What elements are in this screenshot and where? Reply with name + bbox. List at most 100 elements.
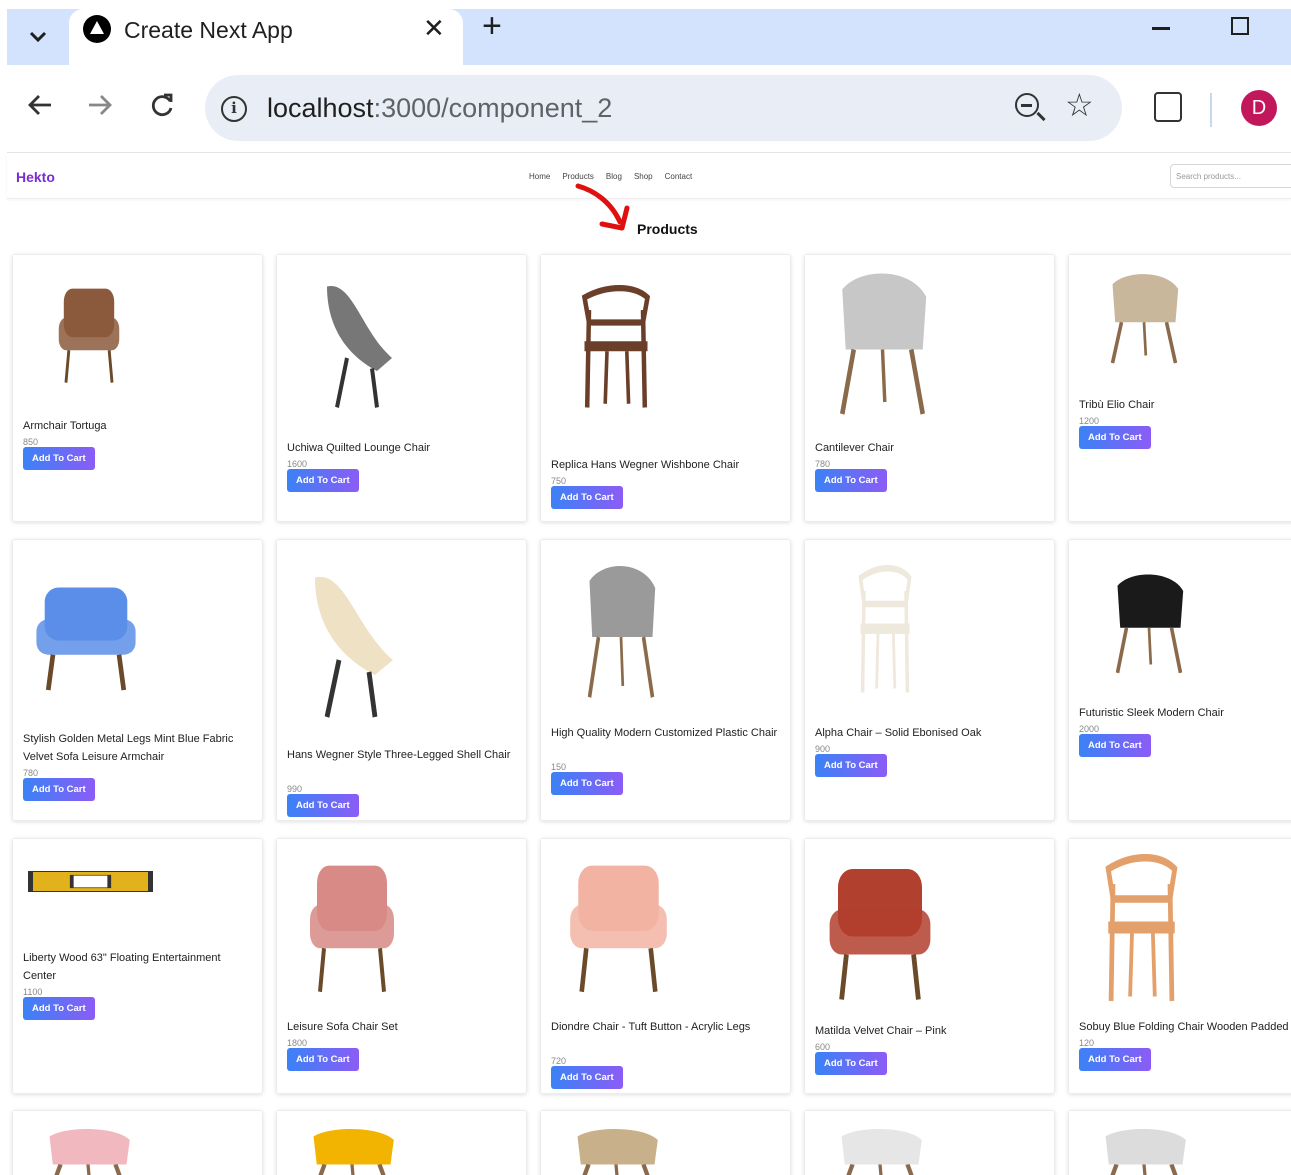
search-input[interactable]: Search products...: [1170, 164, 1291, 188]
web-page: Hekto Home Products Blog Shop Contact Search…: [7, 155, 1291, 1175]
product-card[interactable]: Stylish Golden Metal Legs Mint Blue Fabr…: [12, 539, 263, 821]
product-card[interactable]: Uchiwa Quilted Lounge Chair 1600 Add To Ca…: [276, 254, 527, 522]
product-image[interactable]: [1099, 270, 1189, 370]
product-card[interactable]: Diondre Chair - Tuft Button - Acrylic Le…: [540, 838, 791, 1094]
product-name: Sobuy Blue Folding Chair Wooden Padded: [1079, 1021, 1289, 1033]
nav-shop[interactable]: Shop: [634, 172, 653, 181]
product-image[interactable]: [28, 869, 153, 899]
product-image[interactable]: [576, 560, 666, 705]
url-host: localhost: [267, 93, 374, 123]
nav-home[interactable]: Home: [529, 172, 550, 181]
add-to-cart-button[interactable]: Add To Cart: [815, 469, 887, 492]
add-to-cart-button[interactable]: Add To Cart: [551, 486, 623, 509]
site-navbar: Hekto Home Products Blog Shop Contact Search…: [7, 155, 1291, 199]
new-tab-button[interactable]: +: [482, 9, 502, 43]
product-card[interactable]: Cantilever Chair 780 Add To Cart: [804, 254, 1055, 522]
product-name: Leisure Sofa Chair Set: [287, 1021, 398, 1033]
product-card[interactable]: Matilda Velvet Chair – Pink 600 Add To Car…: [804, 838, 1055, 1094]
nav-contact[interactable]: Contact: [665, 172, 693, 181]
add-to-cart-button[interactable]: Add To Cart: [551, 772, 623, 795]
add-to-cart-button[interactable]: Add To Cart: [815, 754, 887, 777]
add-to-cart-button[interactable]: Add To Cart: [23, 997, 95, 1020]
maximize-icon[interactable]: [1231, 17, 1249, 35]
product-image[interactable]: [307, 280, 407, 415]
product-image[interactable]: [825, 1126, 935, 1175]
product-price: 600: [815, 1042, 831, 1052]
add-to-cart-button[interactable]: Add To Cart: [815, 1052, 887, 1075]
extensions-puzzle-icon[interactable]: [1154, 92, 1182, 122]
chevron-down-icon: [18, 19, 58, 55]
site-info-icon[interactable]: i: [221, 96, 247, 122]
active-tab[interactable]: Create Next App ✕: [69, 9, 463, 65]
product-price: 780: [23, 768, 39, 778]
product-price: 780: [815, 459, 831, 469]
product-card[interactable]: Replica Hans Wegner Wishbone Chair 750 Add…: [540, 254, 791, 522]
product-name: Matilda Velvet Chair – Pink: [815, 1025, 947, 1037]
product-image[interactable]: [820, 857, 940, 1012]
tab-search-button[interactable]: [7, 9, 69, 65]
product-image[interactable]: [850, 565, 920, 700]
browser-toolbar: i localhost:3000/component_2 ☆ D: [7, 65, 1291, 153]
product-name: Diondre Chair - Tuft Button - Acrylic Le…: [551, 1021, 751, 1033]
product-name: High Quality Modern Customized Plastic C…: [551, 727, 778, 739]
product-card[interactable]: [804, 1110, 1055, 1175]
product-card[interactable]: [1068, 1110, 1291, 1175]
product-card[interactable]: Futuristic Sleek Modern Chair 2000 Add To …: [1068, 539, 1291, 821]
site-logo[interactable]: Hekto: [16, 169, 55, 185]
profile-avatar[interactable]: D: [1241, 90, 1277, 126]
bookmark-star-icon[interactable]: ☆: [1065, 87, 1094, 123]
product-card[interactable]: Armchair Tortuga 850 Add To Cart: [12, 254, 263, 522]
nextjs-favicon-icon: [83, 15, 111, 43]
forward-arrow-icon[interactable]: [87, 91, 113, 127]
product-card[interactable]: [540, 1110, 791, 1175]
tab-title: Create Next App: [124, 17, 293, 43]
product-card[interactable]: Leisure Sofa Chair Set 1800 Add To Cart: [276, 838, 527, 1094]
product-name: Alpha Chair – Solid Ebonised Oak: [815, 727, 982, 739]
zoom-icon[interactable]: [1015, 93, 1039, 117]
product-image[interactable]: [53, 280, 125, 393]
product-image[interactable]: [561, 854, 676, 1004]
product-image[interactable]: [302, 854, 402, 1004]
product-image[interactable]: [1089, 1126, 1199, 1175]
product-card[interactable]: Sobuy Blue Folding Chair Wooden Padded 12…: [1068, 838, 1291, 1094]
add-to-cart-button[interactable]: Add To Cart: [287, 1048, 359, 1071]
product-card[interactable]: [276, 1110, 527, 1175]
product-card[interactable]: Tribù Elio Chair 1200 Add To Cart: [1068, 254, 1291, 522]
product-image[interactable]: [291, 570, 411, 725]
add-to-cart-button[interactable]: Add To Cart: [551, 1066, 623, 1089]
add-to-cart-button[interactable]: Add To Cart: [1079, 426, 1151, 449]
product-price: 850: [23, 437, 39, 447]
product-card[interactable]: Liberty Wood 63" Floating Entertainment …: [12, 838, 263, 1094]
product-card[interactable]: High Quality Modern Customized Plastic C…: [540, 539, 791, 821]
product-image[interactable]: [571, 285, 661, 415]
add-to-cart-button[interactable]: Add To Cart: [287, 794, 359, 817]
product-name: Hans Wegner Style Three-Legged Shell Cha…: [287, 749, 511, 761]
add-to-cart-button[interactable]: Add To Cart: [23, 447, 95, 470]
product-price: 120: [1079, 1038, 1095, 1048]
address-bar[interactable]: i localhost:3000/component_2 ☆: [205, 75, 1122, 141]
product-price: 1600: [287, 459, 308, 469]
product-image[interactable]: [825, 267, 940, 422]
product-price: 720: [551, 1056, 567, 1066]
product-image[interactable]: [27, 578, 145, 701]
url-text[interactable]: localhost:3000/component_2: [267, 90, 612, 126]
product-image[interactable]: [561, 1126, 671, 1175]
back-arrow-icon[interactable]: [27, 91, 53, 127]
product-image[interactable]: [33, 1126, 143, 1175]
red-arrow-annotation-icon: [575, 183, 630, 231]
product-card[interactable]: Hans Wegner Style Three-Legged Shell Cha…: [276, 539, 527, 821]
close-tab-icon[interactable]: ✕: [423, 13, 445, 43]
product-card[interactable]: [12, 1110, 263, 1175]
product-card[interactable]: Alpha Chair – Solid Ebonised Oak 900 Add T…: [804, 539, 1055, 821]
reload-icon[interactable]: [149, 91, 175, 127]
product-image[interactable]: [1094, 854, 1189, 1009]
product-image[interactable]: [297, 1126, 407, 1175]
add-to-cart-button[interactable]: Add To Cart: [23, 778, 95, 801]
add-to-cart-button[interactable]: Add To Cart: [287, 469, 359, 492]
url-path: :3000/component_2: [373, 93, 613, 123]
add-to-cart-button[interactable]: Add To Cart: [1079, 734, 1151, 757]
product-image[interactable]: [1104, 570, 1194, 680]
minimize-icon[interactable]: [1152, 27, 1170, 30]
add-to-cart-button[interactable]: Add To Cart: [1079, 1048, 1151, 1071]
product-price: 150: [551, 762, 567, 772]
